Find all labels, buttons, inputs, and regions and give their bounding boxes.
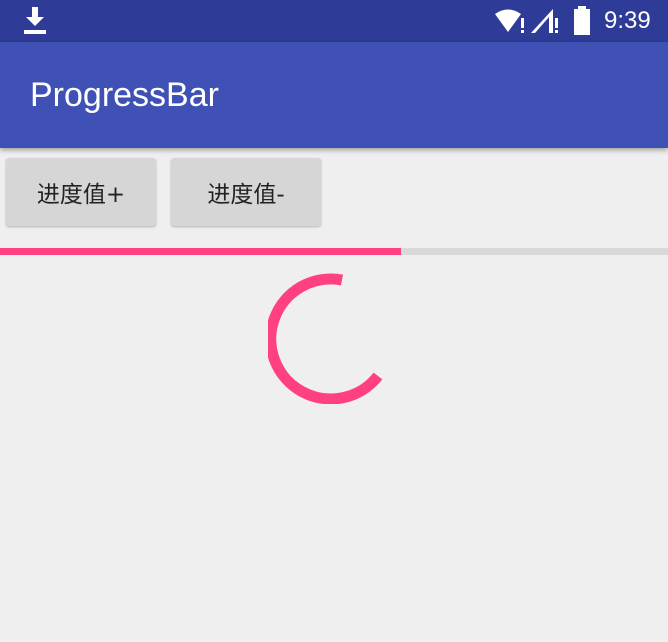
clock: 9:39 — [604, 7, 651, 34]
app-bar: ProgressBar — [0, 42, 668, 148]
progress-fill — [0, 248, 401, 255]
horizontal-progress-bar — [0, 248, 668, 255]
loading-spinner — [268, 273, 383, 404]
wifi-icon — [495, 9, 524, 33]
status-bar: 9:39 — [0, 0, 668, 42]
download-icon — [24, 7, 46, 34]
signal-icon — [531, 9, 558, 33]
page-title: ProgressBar — [30, 76, 219, 114]
decrease-progress-button[interactable]: 进度值- — [171, 158, 321, 226]
battery-icon — [574, 6, 590, 35]
increase-progress-button[interactable]: 进度值+ — [6, 158, 156, 226]
